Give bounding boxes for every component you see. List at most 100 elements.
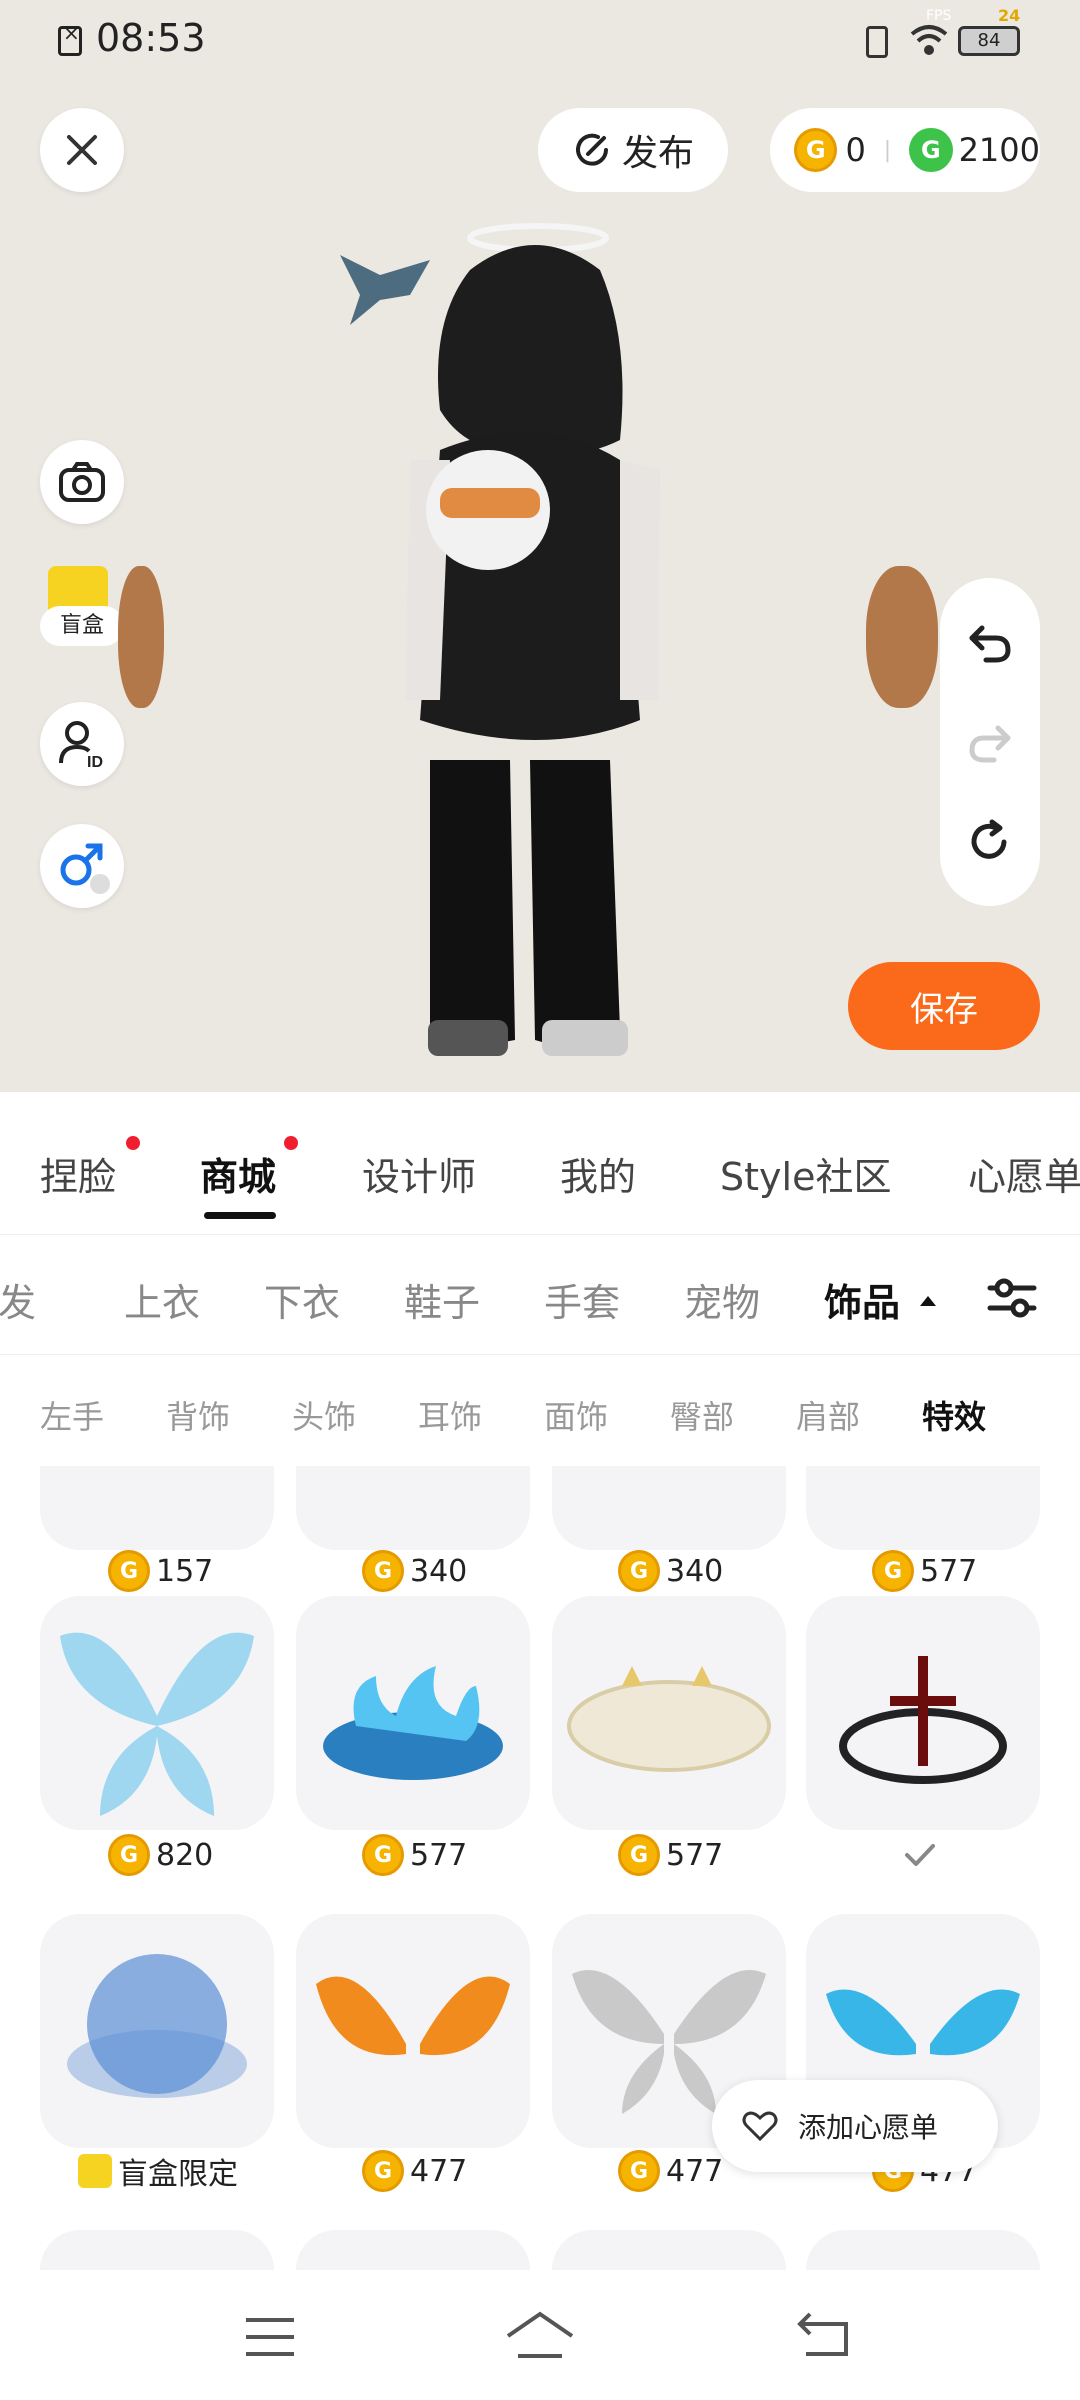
avatar-stage[interactable]: 08:53 FPS 24 84 发布 G 0 | G 2100 xyxy=(0,0,1080,1092)
category-hair[interactable]: 头发 xyxy=(0,1272,36,1327)
redo-icon[interactable] xyxy=(966,718,1014,766)
item-card[interactable] xyxy=(552,1466,786,1550)
item-card[interactable] xyxy=(552,1596,786,1830)
camera-button[interactable] xyxy=(40,440,124,524)
close-button[interactable] xyxy=(40,108,124,192)
item-card[interactable] xyxy=(806,1596,1040,1830)
price-value: 盲盒限定 xyxy=(118,2157,238,2192)
right-shoe xyxy=(542,1020,628,1056)
blind-box-label: 盲盒 xyxy=(40,606,124,646)
divider: | xyxy=(883,137,892,163)
item-price: G 157 xyxy=(108,1546,213,1596)
price-value: 340 xyxy=(410,1553,468,1589)
left-leg xyxy=(430,760,515,1050)
subcategory-hip[interactable]: 臀部 xyxy=(670,1392,734,1438)
tab-face[interactable]: 捏脸 xyxy=(40,1146,116,1201)
blue-flame-circle-thumbnail xyxy=(323,1666,503,1780)
left-shoe xyxy=(428,1020,508,1056)
gender-switch-button[interactable] xyxy=(40,824,124,908)
item-card[interactable] xyxy=(40,1914,274,2148)
background-prop-right xyxy=(866,566,938,708)
item-price: G 577 xyxy=(362,1830,467,1880)
publish-button[interactable]: 发布 xyxy=(538,108,728,192)
category-pets[interactable]: 宠物 xyxy=(684,1272,760,1327)
coin-balance: 0 xyxy=(845,131,866,169)
item-card[interactable] xyxy=(806,1466,1040,1550)
background-prop-left xyxy=(118,566,164,708)
gold-coin-icon: G xyxy=(872,1550,914,1592)
subcategory-left-hand[interactable]: 左手 xyxy=(40,1392,104,1438)
heart-icon xyxy=(742,2111,778,2142)
item-card[interactable] xyxy=(552,2230,786,2270)
item-card[interactable] xyxy=(296,2230,530,2270)
price-value: 340 xyxy=(666,1553,724,1589)
green-gem-icon: G xyxy=(909,128,953,172)
fps-value: 24 xyxy=(998,6,1021,25)
fps-label: FPS xyxy=(926,8,952,24)
gold-coin-icon: G xyxy=(108,1550,150,1592)
item-card[interactable] xyxy=(296,1914,530,2148)
tab-shop[interactable]: 商城 xyxy=(200,1146,276,1201)
back-icon[interactable] xyxy=(796,2310,850,2360)
profile-id-button[interactable]: ID xyxy=(40,702,124,786)
currency-balance[interactable]: G 0 | G 2100 xyxy=(770,108,1040,192)
main-tab-bar: 捏脸 商城 设计师 我的 Style社区 心愿单 xyxy=(0,1092,1080,1235)
item-card[interactable] xyxy=(40,1596,274,1830)
notification-dot xyxy=(284,1136,298,1150)
save-button[interactable]: 保存 xyxy=(848,962,1040,1050)
category-gloves[interactable]: 手套 xyxy=(544,1272,620,1327)
gem-balance: 2100 xyxy=(958,131,1040,169)
item-card[interactable] xyxy=(296,1596,530,1830)
right-sleeve xyxy=(620,460,660,700)
system-nav-bar xyxy=(0,2270,1080,2400)
subcategory-back[interactable]: 背饰 xyxy=(166,1392,230,1438)
wifi-icon xyxy=(910,25,948,55)
category-shoes[interactable]: 鞋子 xyxy=(404,1272,480,1327)
publish-label: 发布 xyxy=(621,133,694,174)
tab-mine[interactable]: 我的 xyxy=(560,1146,636,1201)
item-card[interactable] xyxy=(296,1466,530,1550)
gold-coin-icon: G xyxy=(362,1550,404,1592)
price-value: 157 xyxy=(156,1553,214,1589)
subcategory-effects[interactable]: 特效 xyxy=(922,1392,986,1438)
subcategory-shoulder[interactable]: 肩部 xyxy=(796,1392,860,1438)
reset-icon[interactable] xyxy=(966,818,1014,866)
dark-cross-thumbnail xyxy=(839,1656,1007,1784)
item-price: G 577 xyxy=(618,1830,723,1880)
svg-text:ID: ID xyxy=(87,754,103,769)
gold-coin-icon: G xyxy=(618,1550,660,1592)
item-card[interactable] xyxy=(806,2230,1040,2270)
owned-checkmark-icon xyxy=(905,1844,935,1866)
add-to-wishlist-button[interactable]: 添加心愿单 xyxy=(712,2080,998,2172)
tab-wishlist[interactable]: 心愿单 xyxy=(968,1146,1080,1201)
item-price: G 340 xyxy=(362,1546,467,1596)
filter-icon[interactable] xyxy=(986,1272,1038,1324)
home-icon[interactable] xyxy=(504,2310,576,2360)
item-card[interactable] xyxy=(40,1466,274,1550)
gold-coin-icon: G xyxy=(362,1834,404,1876)
category-bottoms[interactable]: 下衣 xyxy=(264,1272,340,1327)
undo-icon[interactable] xyxy=(966,618,1014,666)
item-price: 盲盒限定 xyxy=(78,2146,238,2196)
category-tops[interactable]: 上衣 xyxy=(124,1272,200,1327)
battery-indicator: 84 xyxy=(958,26,1020,56)
item-card[interactable] xyxy=(40,2230,274,2270)
gold-sigil-thumbnail xyxy=(567,1666,771,1772)
menu-icon[interactable] xyxy=(244,2316,296,2358)
category-accessories[interactable]: 饰品 xyxy=(824,1272,900,1327)
price-value: 577 xyxy=(410,1837,468,1873)
blind-box-button[interactable]: 盲盒 xyxy=(40,566,124,650)
subcategory-face[interactable]: 面饰 xyxy=(544,1392,608,1438)
blue-portal-thumbnail xyxy=(67,1954,247,2098)
tab-designer[interactable]: 设计师 xyxy=(362,1146,476,1201)
avatar-model[interactable] xyxy=(320,200,660,1090)
subcategory-head[interactable]: 头饰 xyxy=(292,1392,356,1438)
item-price: G 820 xyxy=(108,1830,213,1880)
price-value: 477 xyxy=(666,2153,724,2189)
close-icon xyxy=(67,135,97,165)
price-value: 577 xyxy=(920,1553,978,1589)
subcategory-ear[interactable]: 耳饰 xyxy=(418,1392,482,1438)
tab-style-community[interactable]: Style社区 xyxy=(720,1146,891,1201)
blind-box-icon xyxy=(78,2154,112,2188)
caret-up-icon xyxy=(920,1296,936,1306)
